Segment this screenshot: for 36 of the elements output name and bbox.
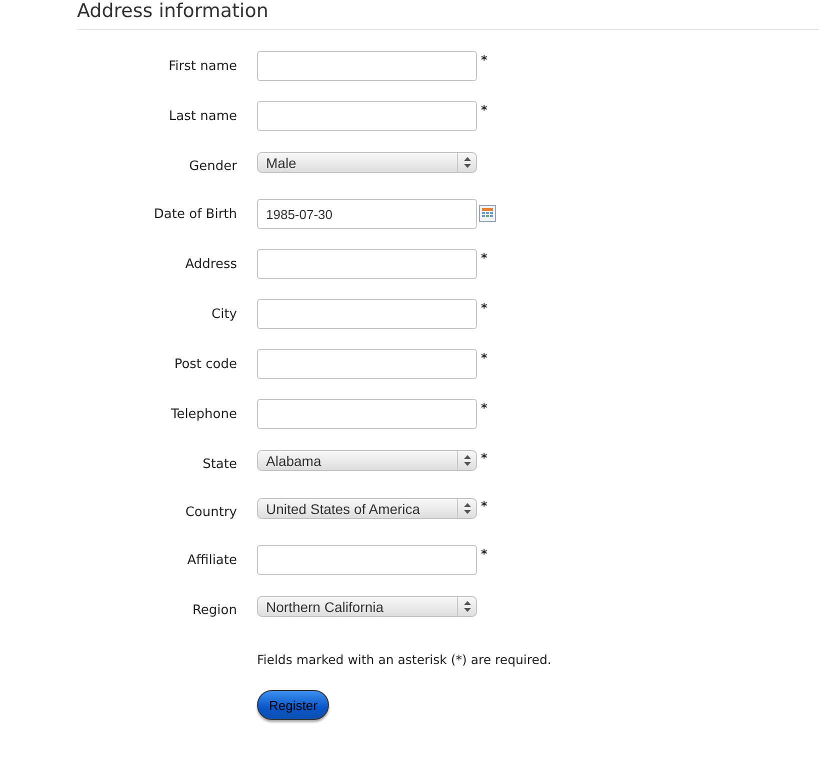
required-mark: * (481, 451, 488, 465)
select-dropdown[interactable]: Northern California (257, 596, 477, 617)
required-mark: * (481, 103, 488, 117)
field-label: Post code (173, 356, 238, 372)
required-note: Fields marked with an asterisk (*) are required. (257, 652, 552, 667)
select-dropdown[interactable]: Male (257, 152, 477, 173)
input-field[interactable] (257, 51, 477, 81)
field-label: City (210, 306, 238, 322)
required-mark: * (481, 499, 488, 513)
input-field[interactable] (257, 101, 477, 131)
field-label: Last name (168, 108, 238, 124)
field-label: State (202, 456, 238, 472)
required-mark: * (481, 251, 488, 265)
field-label: Affiliate (186, 552, 238, 568)
input-field[interactable] (257, 299, 477, 329)
field-label: Gender (188, 158, 238, 174)
input-field[interactable] (257, 249, 477, 279)
required-mark: * (481, 351, 488, 365)
select-dropdown[interactable]: Alabama (257, 450, 477, 471)
required-mark: * (481, 301, 488, 315)
input-field[interactable] (257, 545, 477, 575)
input-field[interactable] (257, 349, 477, 379)
field-label: Address (184, 256, 238, 272)
input-field[interactable] (257, 399, 477, 429)
field-label: Region (191, 602, 238, 618)
field-label: Country (184, 504, 238, 520)
field-label: First name (168, 58, 238, 74)
input-field[interactable]: 1985-07-30 (257, 199, 477, 229)
select-dropdown[interactable]: United States of America (257, 498, 477, 519)
field-label: Date of Birth (152, 206, 238, 222)
field-label: Telephone (170, 406, 238, 422)
section-heading: Address information (77, 0, 270, 22)
required-mark: * (481, 401, 488, 415)
calendar-icon[interactable] (479, 205, 496, 222)
required-mark: * (481, 53, 488, 67)
required-mark: * (481, 547, 488, 561)
